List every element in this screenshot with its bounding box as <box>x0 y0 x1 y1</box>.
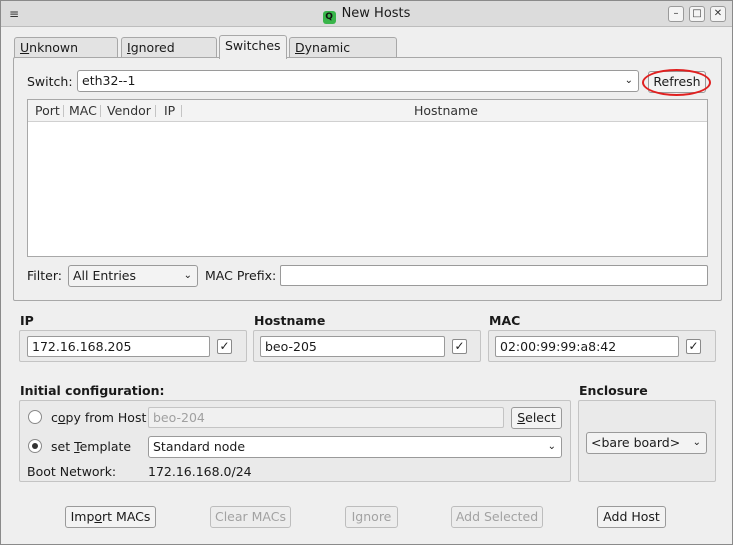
switch-entries-table[interactable]: Port MAC Vendor IP Hostname <box>27 99 708 257</box>
add-selected-button[interactable]: Add Selected <box>451 506 543 528</box>
import-macs-button[interactable]: Import MACs <box>65 506 156 528</box>
window-title: Q New Hosts <box>1 6 732 24</box>
mac-prefix-label: MAC Prefix: <box>205 268 277 283</box>
ip-input[interactable]: 172.16.168.205 <box>27 336 210 357</box>
chevron-down-icon: ⌄ <box>547 441 556 452</box>
boot-network-value: 172.16.168.0/24 <box>148 464 252 479</box>
hostname-input[interactable]: beo-205 <box>260 336 445 357</box>
column-divider <box>100 105 101 117</box>
close-icon[interactable]: ✕ <box>710 6 726 22</box>
app-icon: Q <box>322 11 336 24</box>
tab-ignored-macs[interactable]: Ignored MACs <box>121 37 217 75</box>
filter-select[interactable]: All Entries ⌄ <box>68 265 198 287</box>
template-select[interactable]: Standard node ⌄ <box>148 436 562 458</box>
tab-unknown-macs[interactable]: Unknown MACs <box>14 37 118 75</box>
enclosure-value: <bare board> <box>591 435 681 450</box>
ip-group-title: IP <box>20 313 34 328</box>
switch-label: Switch: <box>27 74 73 89</box>
tab-switches[interactable]: Switches <box>219 35 287 59</box>
refresh-button[interactable]: Refresh <box>648 71 706 93</box>
add-host-button[interactable]: Add Host <box>597 506 666 528</box>
clear-macs-button[interactable]: Clear MACs <box>210 506 291 528</box>
column-header-mac[interactable]: MAC <box>69 103 97 118</box>
switch-value: eth32--1 <box>82 73 136 88</box>
template-value: Standard node <box>153 439 246 454</box>
boot-network-label: Boot Network: <box>27 464 117 479</box>
mac-prefix-input[interactable] <box>280 265 708 286</box>
ignore-button[interactable]: Ignore <box>345 506 398 528</box>
set-template-radio[interactable] <box>28 439 42 453</box>
select-button[interactable]: Select <box>511 407 562 429</box>
enclosure-select[interactable]: <bare board> ⌄ <box>586 432 707 454</box>
filter-value: All Entries <box>73 268 137 283</box>
hostname-group-title: Hostname <box>254 313 326 328</box>
copy-from-host-input[interactable]: beo-204 <box>148 407 504 428</box>
set-template-label[interactable]: set Template <box>51 439 131 454</box>
filter-label: Filter: <box>27 268 62 283</box>
column-header-vendor[interactable]: Vendor <box>107 103 151 118</box>
maximize-icon[interactable]: □ <box>689 6 705 22</box>
mac-input[interactable]: 02:00:99:99:a8:42 <box>495 336 679 357</box>
chevron-down-icon: ⌄ <box>624 75 633 86</box>
column-divider <box>155 105 156 117</box>
initial-config-title: Initial configuration: <box>20 383 165 398</box>
table-header: Port MAC Vendor IP Hostname <box>28 100 707 122</box>
column-divider <box>63 105 64 117</box>
mac-checkbox[interactable]: ✓ <box>686 339 701 354</box>
column-divider <box>181 105 182 117</box>
enclosure-title: Enclosure <box>579 383 648 398</box>
chevron-down-icon: ⌄ <box>183 270 192 281</box>
ip-checkbox[interactable]: ✓ <box>217 339 232 354</box>
switch-select[interactable]: eth32--1 ⌄ <box>77 70 639 92</box>
column-header-port[interactable]: Port <box>35 103 60 118</box>
column-header-ip[interactable]: IP <box>164 103 175 118</box>
copy-from-host-radio[interactable] <box>28 410 42 424</box>
copy-from-host-label[interactable]: copy from Host <box>51 410 146 425</box>
chevron-down-icon: ⌄ <box>692 437 701 448</box>
column-header-hostname[interactable]: Hostname <box>414 103 478 118</box>
new-hosts-window: ≡ QNew Hosts – □ ✕ Unknown MACs Ignored … <box>0 0 733 545</box>
mac-group-title: MAC <box>489 313 521 328</box>
window-title-text: New Hosts <box>341 6 411 21</box>
tab-dynamic-nodes[interactable]: Dynamic Nodes <box>289 37 397 75</box>
minimize-icon[interactable]: – <box>668 6 684 22</box>
hostname-checkbox[interactable]: ✓ <box>452 339 467 354</box>
title-bar: ≡ Q New Hosts – □ ✕ <box>1 1 732 27</box>
